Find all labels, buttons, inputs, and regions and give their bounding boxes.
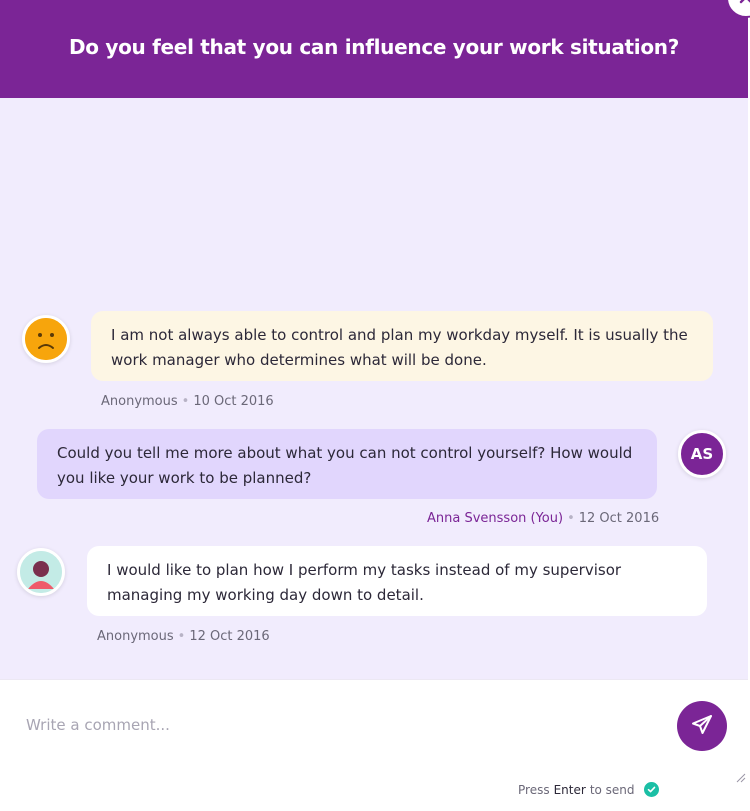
person-avatar-icon bbox=[17, 548, 65, 596]
comment-bubble: I am not always able to control and plan… bbox=[91, 311, 713, 381]
comment-date: 12 Oct 2016 bbox=[578, 511, 660, 526]
comment-author: Anna Svensson (You) bbox=[427, 511, 564, 526]
comment-meta: Anna Svensson (You) • 12 Oct 2016 bbox=[427, 511, 660, 526]
comment-meta: Anonymous • 10 Oct 2016 bbox=[101, 394, 274, 409]
send-hint: Press Enter to send bbox=[518, 782, 659, 797]
page-title: Do you feel that you can influence your … bbox=[68, 35, 680, 59]
comment-date: 12 Oct 2016 bbox=[189, 629, 270, 644]
comment-composer: Press Enter to send bbox=[0, 679, 748, 811]
hint-suffix: to send bbox=[589, 782, 635, 797]
hint-key: Enter bbox=[553, 782, 586, 797]
comment-text: I would like to plan how I perform my ta… bbox=[107, 561, 622, 604]
comment-author: Anonymous bbox=[101, 394, 178, 409]
comment-text: I am not always able to control and plan… bbox=[111, 326, 688, 369]
hint-prefix: Press bbox=[518, 782, 550, 797]
comment-date: 10 Oct 2016 bbox=[193, 394, 274, 409]
comment-input[interactable] bbox=[26, 710, 646, 740]
sad-face-icon bbox=[22, 315, 70, 363]
send-button[interactable] bbox=[677, 701, 727, 751]
comment-bubble: Could you tell me more about what you ca… bbox=[37, 429, 657, 499]
comment-author: Anonymous bbox=[97, 629, 174, 644]
close-icon bbox=[739, 0, 750, 8]
comment-bubble: I would like to plan how I perform my ta… bbox=[87, 546, 707, 616]
avatar: AS bbox=[678, 430, 726, 478]
send-icon bbox=[690, 713, 714, 740]
check-icon bbox=[643, 782, 659, 797]
dialog-header: Do you feel that you can influence your … bbox=[0, 0, 748, 98]
avatar-initials: AS bbox=[690, 445, 714, 463]
comment-thread: I am not always able to control and plan… bbox=[0, 98, 748, 679]
comment-text: Could you tell me more about what you ca… bbox=[57, 444, 633, 487]
resize-handle-icon[interactable] bbox=[736, 768, 746, 783]
comment-meta: Anonymous • 12 Oct 2016 bbox=[97, 629, 270, 644]
